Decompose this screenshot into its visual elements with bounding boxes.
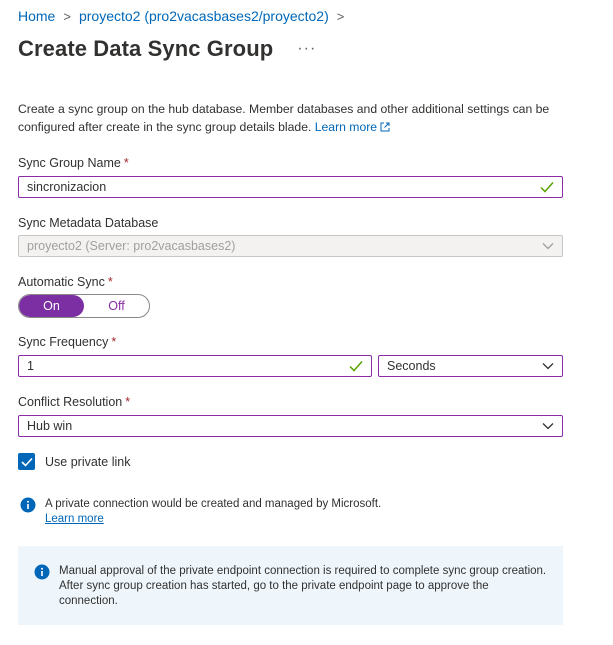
- private-connection-info-text: A private connection would be created an…: [45, 497, 381, 527]
- private-connection-message: A private connection would be created an…: [45, 498, 382, 510]
- sync-group-name-value: sincronizacion: [27, 180, 107, 194]
- conflict-resolution-label: Conflict Resolution *: [18, 395, 130, 409]
- breadcrumb-separator-icon: >: [63, 8, 71, 24]
- chevron-down-icon: [542, 243, 554, 250]
- chevron-down-icon: [542, 423, 554, 430]
- automatic-sync-off[interactable]: Off: [84, 295, 149, 317]
- conflict-resolution-label-text: Conflict Resolution: [18, 395, 123, 409]
- required-marker: *: [111, 335, 117, 349]
- sync-metadata-database-value: proyecto2 (Server: pro2vacasbases2): [27, 239, 236, 253]
- checkmark-icon: [20, 457, 33, 467]
- private-link-checkbox[interactable]: [18, 453, 35, 470]
- more-options-button[interactable]: ···: [297, 40, 316, 58]
- description: Create a sync group on the hub database.…: [18, 100, 570, 136]
- required-marker: *: [125, 395, 131, 409]
- breadcrumb-separator-icon: >: [336, 8, 345, 24]
- external-link-icon: [380, 122, 390, 132]
- page-title: Create Data Sync Group: [18, 36, 274, 61]
- conflict-resolution-value: Hub win: [27, 419, 73, 433]
- breadcrumb: Home > proyecto2 (pro2vacasbases2/proyec…: [18, 8, 352, 24]
- sync-frequency-input[interactable]: 1: [18, 355, 372, 377]
- required-marker: *: [107, 275, 113, 289]
- sync-group-name-input[interactable]: sincronizacion: [18, 176, 563, 198]
- conflict-resolution-select[interactable]: Hub win: [18, 415, 563, 437]
- private-link-label: Use private link: [45, 454, 131, 469]
- approval-info-text: Manual approval of the private endpoint …: [59, 565, 547, 607]
- valid-check-icon: [540, 182, 554, 193]
- sync-metadata-database-label: Sync Metadata Database: [18, 216, 158, 230]
- private-connection-learn-more-link[interactable]: Learn more: [45, 513, 104, 525]
- breadcrumb-database[interactable]: proyecto2 (pro2vacasbases2/proyecto2): [79, 8, 329, 24]
- sync-group-name-label: Sync Group Name *: [18, 156, 129, 170]
- valid-check-icon: [349, 361, 363, 372]
- sync-frequency-label: Sync Frequency *: [18, 335, 116, 349]
- breadcrumb-home[interactable]: Home: [18, 8, 55, 24]
- automatic-sync-toggle[interactable]: On Off: [18, 294, 150, 318]
- sync-frequency-unit-value: Seconds: [387, 359, 436, 373]
- automatic-sync-label-text: Automatic Sync: [18, 275, 105, 289]
- chevron-down-icon: [542, 363, 554, 370]
- required-marker: *: [123, 156, 129, 170]
- learn-more-label: Learn more: [314, 120, 378, 134]
- sync-frequency-label-text: Sync Frequency: [18, 335, 109, 349]
- description-text: Create a sync group on the hub database.…: [18, 102, 550, 134]
- private-link-row: Use private link: [18, 453, 130, 470]
- private-connection-info: A private connection would be created an…: [20, 497, 381, 527]
- info-icon: [20, 497, 36, 513]
- sync-metadata-database-select: proyecto2 (Server: pro2vacasbases2): [18, 235, 563, 257]
- approval-info-banner: Manual approval of the private endpoint …: [18, 546, 563, 625]
- sync-group-name-label-text: Sync Group Name: [18, 156, 121, 170]
- learn-more-link[interactable]: Learn more: [315, 120, 390, 134]
- sync-frequency-value: 1: [27, 359, 34, 373]
- sync-frequency-unit-select[interactable]: Seconds: [378, 355, 563, 377]
- automatic-sync-label: Automatic Sync *: [18, 275, 113, 289]
- sync-metadata-database-label-text: Sync Metadata Database: [18, 216, 159, 230]
- automatic-sync-on[interactable]: On: [19, 295, 84, 317]
- create-data-sync-group-page: Home > proyecto2 (pro2vacasbases2/proyec…: [0, 0, 613, 645]
- info-icon: [34, 564, 50, 580]
- title-row: Create Data Sync Group ···: [18, 36, 316, 62]
